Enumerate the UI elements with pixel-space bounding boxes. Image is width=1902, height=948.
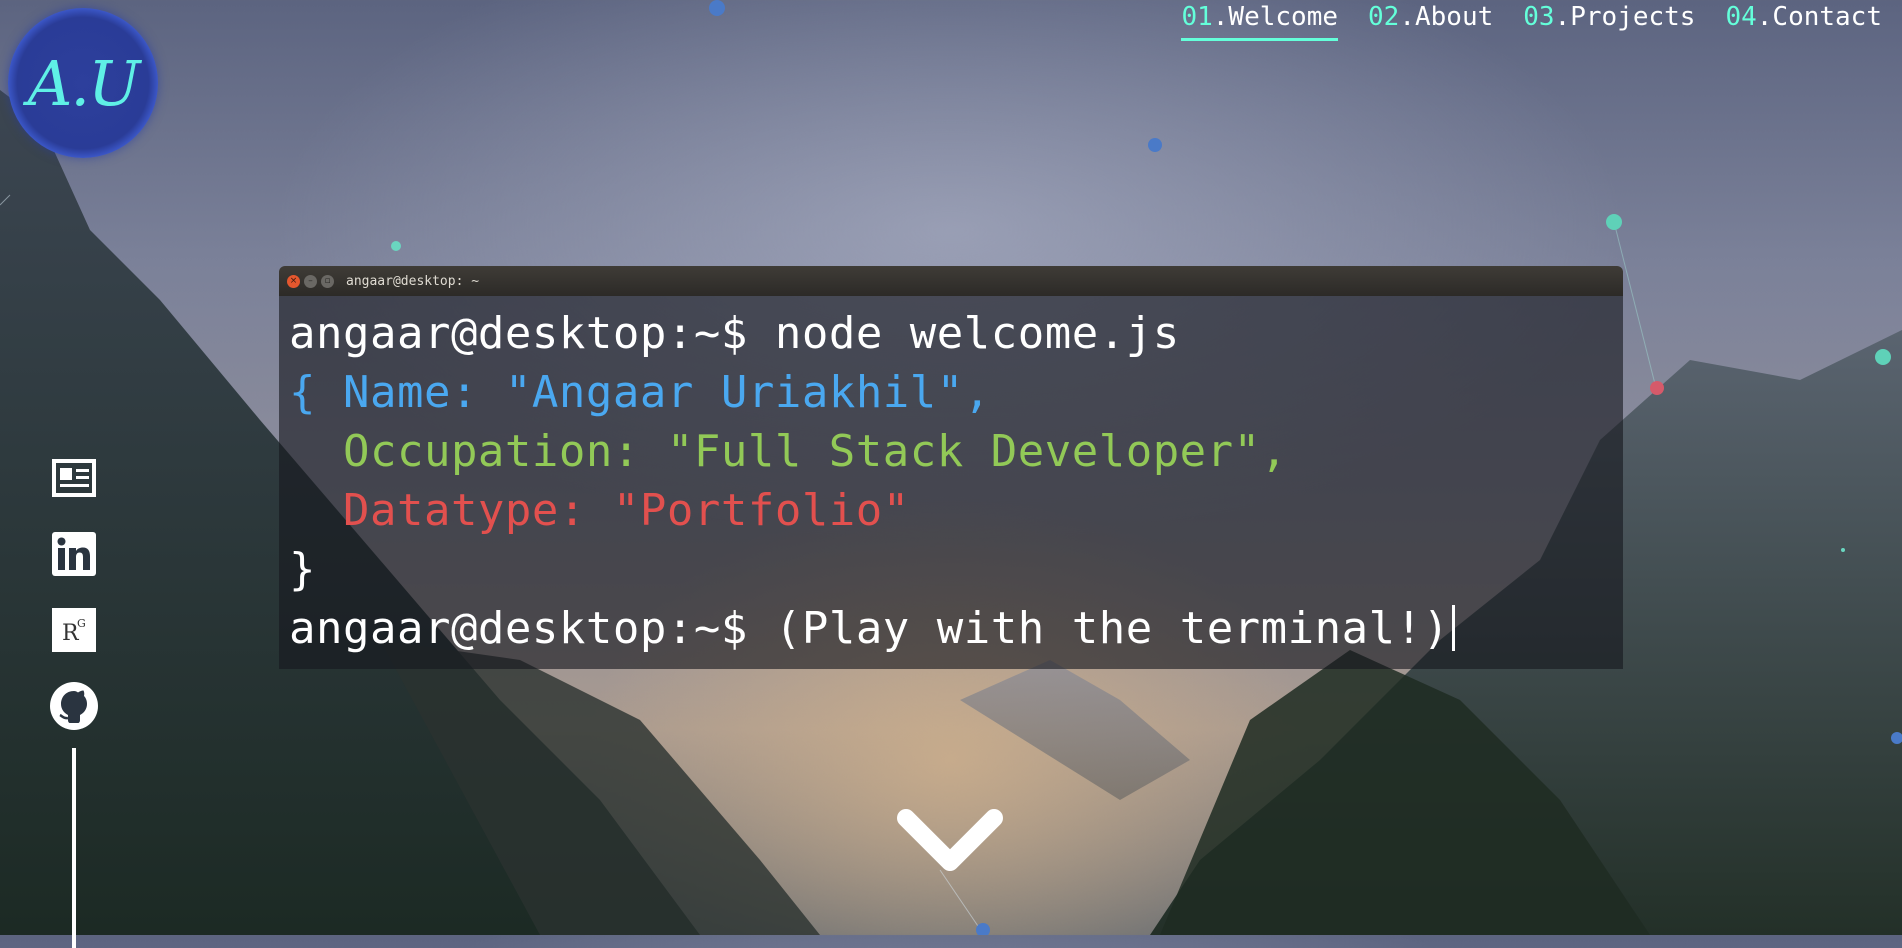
close-brace: } [289,544,316,595]
github-icon [50,682,98,730]
linkedin-link[interactable] [48,528,100,580]
prompt: angaar@desktop:~$ [289,308,748,359]
close-icon[interactable]: × [287,274,300,288]
nav-contact-number: 04 [1725,2,1757,32]
nav-projects-label: .Projects [1554,2,1696,32]
chevron-down-icon[interactable] [896,806,1004,876]
name-field: Name: "Angaar Uriakhil", [343,367,991,418]
terminal-title: angaar@desktop: ~ [346,273,480,289]
nav-welcome-label: .Welcome [1212,2,1339,32]
github-link[interactable] [48,680,100,732]
linkedin-icon [52,532,96,576]
input-line[interactable]: angaar@desktop:~$ (Play with the termina… [289,599,1613,658]
input-prompt: angaar@desktop:~$ [289,603,748,654]
open-brace: { [289,367,316,418]
nav-about-label: .About [1399,2,1494,32]
logo-text: A.U [27,46,141,120]
social-sidebar: R G [48,452,100,948]
nav-projects-number: 03 [1523,2,1555,32]
maximize-icon[interactable]: ▫ [321,274,334,288]
command-line: angaar@desktop:~$ node welcome.js [289,304,1613,363]
output-occupation-line: Occupation: "Full Stack Developer", [289,422,1613,481]
terminal-window[interactable]: × – ▫ angaar@desktop: ~ angaar@desktop:~… [279,266,1623,669]
occupation-field: Occupation: "Full Stack Developer", [342,426,1288,477]
social-divider-line [72,748,76,948]
resume-link[interactable] [48,452,100,504]
output-datatype-line: Datatype: "Portfolio" [289,481,1613,540]
researchgate-icon: R G [52,608,96,652]
terminal-input-text[interactable]: (Play with the terminal!) [775,603,1450,654]
text-cursor [1451,605,1455,651]
nav-contact-label: .Contact [1756,2,1882,32]
output-name-line: { Name: "Angaar Uriakhil", [289,363,1613,422]
site-logo[interactable]: A.U [8,8,158,158]
nav-about[interactable]: 02.About [1368,0,1493,44]
nav-welcome[interactable]: 01.Welcome [1181,0,1339,41]
nav-projects[interactable]: 03.Projects [1523,0,1695,44]
command-text: node welcome.js [774,308,1180,359]
resume-icon [52,459,96,497]
datatype-field: Datatype: "Portfolio" [342,485,910,536]
terminal-output[interactable]: angaar@desktop:~$ node welcome.js{ Name:… [279,296,1623,669]
main-nav: 01.Welcome 02.About 03.Projects 04.Conta… [1181,0,1882,44]
nav-contact[interactable]: 04.Contact [1725,0,1882,44]
terminal-titlebar: × – ▫ angaar@desktop: ~ [279,266,1623,296]
researchgate-g-text: G [77,617,86,630]
nav-about-number: 02 [1368,2,1400,32]
nav-welcome-number: 01 [1181,2,1213,32]
minimize-icon[interactable]: – [304,274,317,288]
output-close-line: } [289,540,1613,599]
researchgate-link[interactable]: R G [48,604,100,656]
